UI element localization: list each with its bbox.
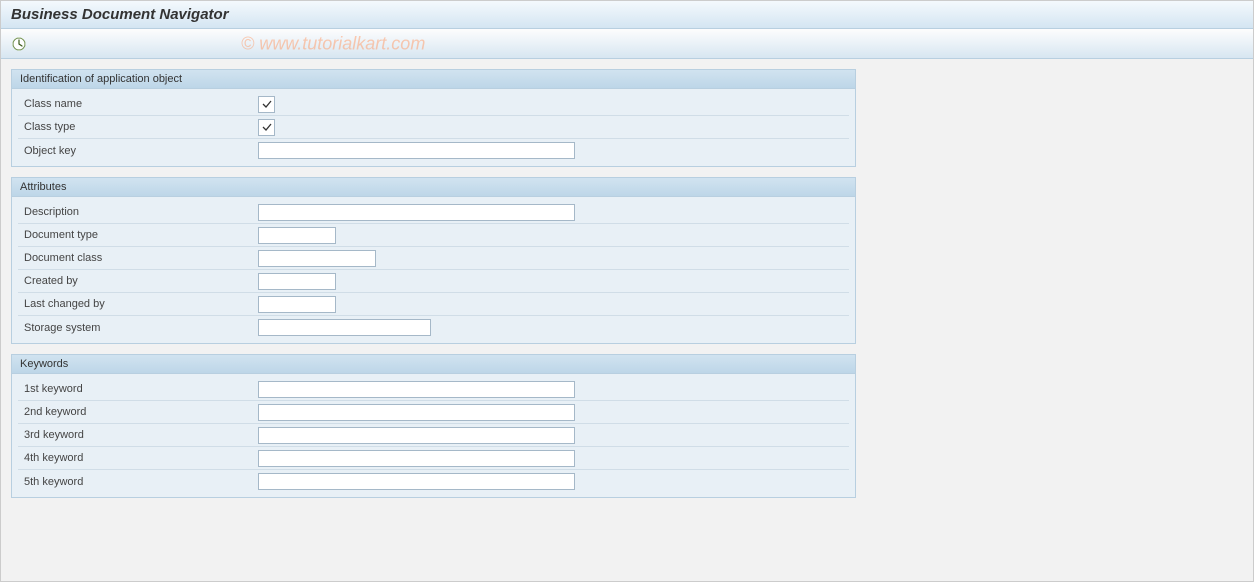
label-keyword-1: 1st keyword bbox=[18, 383, 258, 395]
label-keyword-4: 4th keyword bbox=[18, 452, 258, 464]
label-last-changed-by: Last changed by bbox=[18, 298, 258, 310]
label-class-name: Class name bbox=[18, 98, 258, 110]
input-keyword-1[interactable] bbox=[258, 381, 575, 398]
label-object-key: Object key bbox=[18, 145, 258, 157]
input-created-by[interactable] bbox=[258, 273, 336, 290]
group-keywords-header: Keywords bbox=[12, 355, 855, 374]
group-keywords: Keywords 1st keyword 2nd keyword 3rd key… bbox=[11, 354, 856, 498]
input-keyword-5[interactable] bbox=[258, 473, 575, 490]
row-document-type: Document type bbox=[18, 224, 849, 247]
row-keyword-4: 4th keyword bbox=[18, 447, 849, 470]
input-object-key[interactable] bbox=[258, 142, 575, 159]
group-identification-header: Identification of application object bbox=[12, 70, 855, 89]
row-description: Description bbox=[18, 201, 849, 224]
watermark-text: © www.tutorialkart.com bbox=[241, 33, 425, 54]
row-created-by: Created by bbox=[18, 270, 849, 293]
group-attributes: Attributes Description Document type Doc… bbox=[11, 177, 856, 344]
input-keyword-2[interactable] bbox=[258, 404, 575, 421]
input-keyword-4[interactable] bbox=[258, 450, 575, 467]
checkbox-class-name[interactable] bbox=[258, 96, 275, 113]
row-keyword-2: 2nd keyword bbox=[18, 401, 849, 424]
page-title: Business Document Navigator bbox=[11, 6, 229, 23]
row-keyword-1: 1st keyword bbox=[18, 378, 849, 401]
row-class-type: Class type bbox=[18, 116, 849, 139]
label-document-type: Document type bbox=[18, 229, 258, 241]
input-storage-system[interactable] bbox=[258, 319, 431, 336]
label-created-by: Created by bbox=[18, 275, 258, 287]
input-document-class[interactable] bbox=[258, 250, 376, 267]
row-keyword-3: 3rd keyword bbox=[18, 424, 849, 447]
content-area: Identification of application object Cla… bbox=[1, 59, 1253, 581]
label-storage-system: Storage system bbox=[18, 322, 258, 334]
group-identification: Identification of application object Cla… bbox=[11, 69, 856, 167]
toolbar: © www.tutorialkart.com bbox=[1, 29, 1253, 59]
group-attributes-header: Attributes bbox=[12, 178, 855, 197]
checkbox-class-type[interactable] bbox=[258, 119, 275, 136]
label-document-class: Document class bbox=[18, 252, 258, 264]
input-document-type[interactable] bbox=[258, 227, 336, 244]
input-description[interactable] bbox=[258, 204, 575, 221]
row-last-changed-by: Last changed by bbox=[18, 293, 849, 316]
app-container: Business Document Navigator © www.tutori… bbox=[0, 0, 1254, 582]
label-keyword-3: 3rd keyword bbox=[18, 429, 258, 441]
input-last-changed-by[interactable] bbox=[258, 296, 336, 313]
title-bar: Business Document Navigator bbox=[1, 1, 1253, 29]
row-storage-system: Storage system bbox=[18, 316, 849, 339]
row-keyword-5: 5th keyword bbox=[18, 470, 849, 493]
label-description: Description bbox=[18, 206, 258, 218]
input-keyword-3[interactable] bbox=[258, 427, 575, 444]
label-keyword-5: 5th keyword bbox=[18, 476, 258, 488]
label-class-type: Class type bbox=[18, 121, 258, 133]
row-object-key: Object key bbox=[18, 139, 849, 162]
label-keyword-2: 2nd keyword bbox=[18, 406, 258, 418]
execute-icon[interactable] bbox=[11, 36, 27, 52]
row-document-class: Document class bbox=[18, 247, 849, 270]
row-class-name: Class name bbox=[18, 93, 849, 116]
